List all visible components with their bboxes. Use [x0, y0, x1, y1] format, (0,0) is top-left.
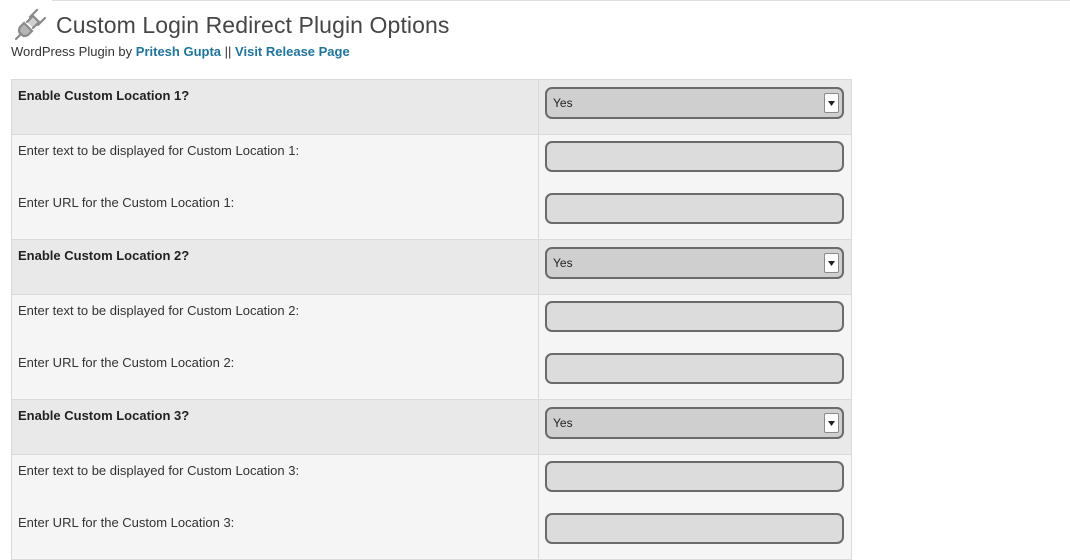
plug-icon — [12, 7, 48, 43]
enable-location-2-select[interactable]: Yes — [545, 247, 844, 279]
byline-prefix: WordPress Plugin by — [11, 44, 133, 59]
author-link[interactable]: Pritesh Gupta — [136, 44, 221, 59]
enable-location-1-label: Enable Custom Location 1? — [18, 88, 190, 103]
byline-separator: || — [224, 44, 232, 59]
location-3-url-input[interactable] — [545, 513, 844, 544]
select-value: Yes — [553, 256, 573, 270]
enable-location-3-label: Enable Custom Location 3? — [18, 408, 190, 423]
select-value: Yes — [553, 96, 573, 110]
location-2-fields-row: Enter text to be displayed for Custom Lo… — [11, 294, 852, 400]
location-3-fields-row: Enter text to be displayed for Custom Lo… — [11, 454, 852, 560]
select-value: Yes — [553, 416, 573, 430]
plugin-byline: WordPress Plugin by Pritesh Gupta || Vis… — [11, 44, 350, 59]
location-2-text-input[interactable] — [545, 301, 844, 332]
enable-location-2-row: Enable Custom Location 2? Yes — [11, 239, 852, 295]
location-2-url-input[interactable] — [545, 353, 844, 384]
enable-location-1-select[interactable]: Yes — [545, 87, 844, 119]
location-3-text-input[interactable] — [545, 461, 844, 492]
location-1-text-label: Enter text to be displayed for Custom Lo… — [18, 143, 300, 158]
location-2-url-label: Enter URL for the Custom Location 2: — [18, 355, 235, 370]
options-table: Enable Custom Location 1? Yes Enter text… — [11, 79, 852, 560]
top-divider — [52, 0, 1070, 1]
chevron-down-icon[interactable] — [824, 253, 839, 273]
release-page-link[interactable]: Visit Release Page — [235, 44, 350, 59]
enable-location-2-label: Enable Custom Location 2? — [18, 248, 190, 263]
page-header: Custom Login Redirect Plugin Options — [12, 6, 450, 44]
location-3-text-label: Enter text to be displayed for Custom Lo… — [18, 463, 300, 478]
chevron-down-icon[interactable] — [824, 413, 839, 433]
location-2-text-label: Enter text to be displayed for Custom Lo… — [18, 303, 300, 318]
location-1-url-label: Enter URL for the Custom Location 1: — [18, 195, 235, 210]
enable-location-1-row: Enable Custom Location 1? Yes — [11, 79, 852, 135]
location-1-url-input[interactable] — [545, 193, 844, 224]
enable-location-3-select[interactable]: Yes — [545, 407, 844, 439]
page-title: Custom Login Redirect Plugin Options — [56, 11, 450, 38]
location-3-url-label: Enter URL for the Custom Location 3: — [18, 515, 235, 530]
location-1-fields-row: Enter text to be displayed for Custom Lo… — [11, 134, 852, 240]
chevron-down-icon[interactable] — [824, 93, 839, 113]
location-1-text-input[interactable] — [545, 141, 844, 172]
enable-location-3-row: Enable Custom Location 3? Yes — [11, 399, 852, 455]
